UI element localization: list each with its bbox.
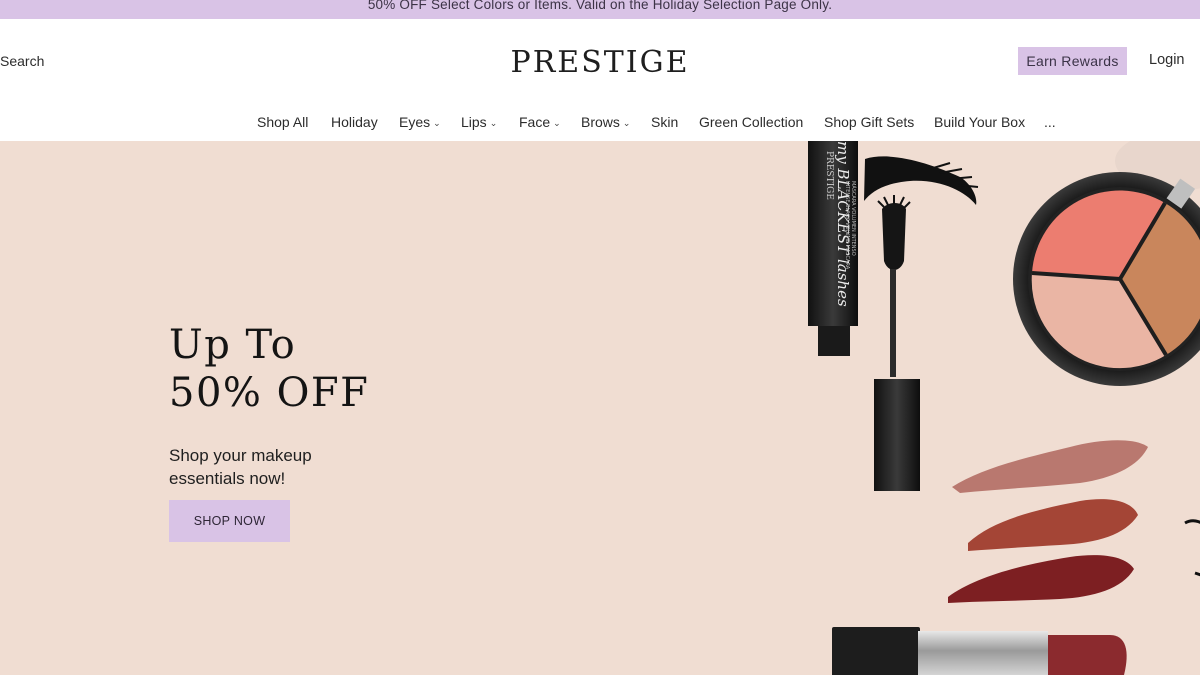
promo-banner[interactable]: 50% OFF Select Colors or Items. Valid on… — [0, 0, 1200, 19]
nav-item-eyes[interactable]: Eyes ⌄ — [399, 114, 441, 130]
nav-item-label: Shop Gift Sets — [824, 114, 915, 130]
chevron-down-icon: ⌄ — [489, 117, 498, 128]
lip-swatch-berry — [948, 555, 1134, 603]
site-header: Search PRESTIGE Earn Rewards Login Shop … — [0, 19, 1200, 141]
nav-item-skin[interactable]: Skin — [651, 114, 678, 130]
mascara-swatch — [864, 156, 977, 205]
chevron-down-icon: ⌄ — [622, 117, 631, 128]
nav-item-label: Eyes — [399, 114, 431, 130]
nav-item-label: Brows — [581, 114, 620, 130]
nav-item-label: Build Your Box — [934, 114, 1026, 130]
hero-headline-line2: 50% OFF — [169, 370, 370, 416]
mascara-tube: PRESTIGE my BLACKEST lashes INTENSE BLAC… — [808, 141, 858, 356]
nav-item-shop-all[interactable]: Shop All — [257, 114, 308, 130]
nav-item-label: Face — [519, 114, 551, 130]
earn-rewards-button[interactable]: Earn Rewards — [1018, 47, 1127, 75]
lip-swatch-nude — [952, 440, 1148, 493]
hero-headline-line1: Up To — [169, 322, 297, 368]
nav-item-shop-gift-sets[interactable]: Shop Gift Sets — [824, 114, 914, 130]
main-nav: Shop All Holiday Eyes ⌄ Lips ⌄ Face ⌄ Brows… — [0, 114, 1200, 136]
more-icon: ... — [1044, 114, 1056, 130]
nav-item-face[interactable]: Face ⌄ — [519, 114, 561, 130]
eyeliner-stroke — [1184, 519, 1200, 577]
chevron-down-icon: ⌄ — [433, 117, 441, 128]
mascara-label: PRESTIGE — [824, 151, 834, 200]
nav-item-label: Holiday — [331, 114, 378, 130]
shop-now-button[interactable]: SHOP NOW — [169, 500, 290, 542]
promo-text: 50% OFF Select Colors or Items. Valid on… — [367, 0, 833, 12]
blush-compact — [1013, 172, 1200, 386]
chevron-down-icon: ⌄ — [553, 117, 561, 128]
nav-item-brows[interactable]: Brows ⌄ — [581, 114, 630, 130]
lipstick — [832, 627, 1127, 675]
mascara-wand — [874, 195, 920, 491]
mascara-desc2: MÁSCARA VOLUMEN INTENSO — [850, 181, 857, 256]
nav-item-more[interactable]: ... — [1044, 114, 1056, 130]
page: 50% OFF Select Colors or Items. Valid on… — [0, 0, 1200, 675]
nav-item-label: Lips — [461, 114, 487, 130]
nav-item-label: Green Collection — [699, 114, 804, 130]
login-link[interactable]: Login — [1149, 52, 1184, 68]
nav-item-label: Shop All — [257, 114, 309, 130]
nav-item-holiday[interactable]: Holiday — [331, 114, 378, 130]
lip-swatch-red — [968, 499, 1138, 551]
hero-subheading: Shop your makeup essentials now! — [169, 446, 312, 488]
nav-item-green-collection[interactable]: Green Collection — [699, 114, 803, 130]
hero-product-image: PRESTIGE my BLACKEST lashes INTENSE BLAC… — [808, 141, 1200, 675]
nav-item-build-your-box[interactable]: Build Your Box — [934, 114, 1025, 130]
hero-banner: Up To 50% OFF Shop your makeup essential… — [0, 141, 1200, 675]
nav-item-lips[interactable]: Lips ⌄ — [461, 114, 497, 130]
hero-headline: Up To 50% OFF — [169, 321, 369, 417]
nav-item-label: Skin — [651, 114, 679, 130]
mascara-desc: INTENSE BLACK VOLUME MASCARA — [844, 181, 850, 270]
